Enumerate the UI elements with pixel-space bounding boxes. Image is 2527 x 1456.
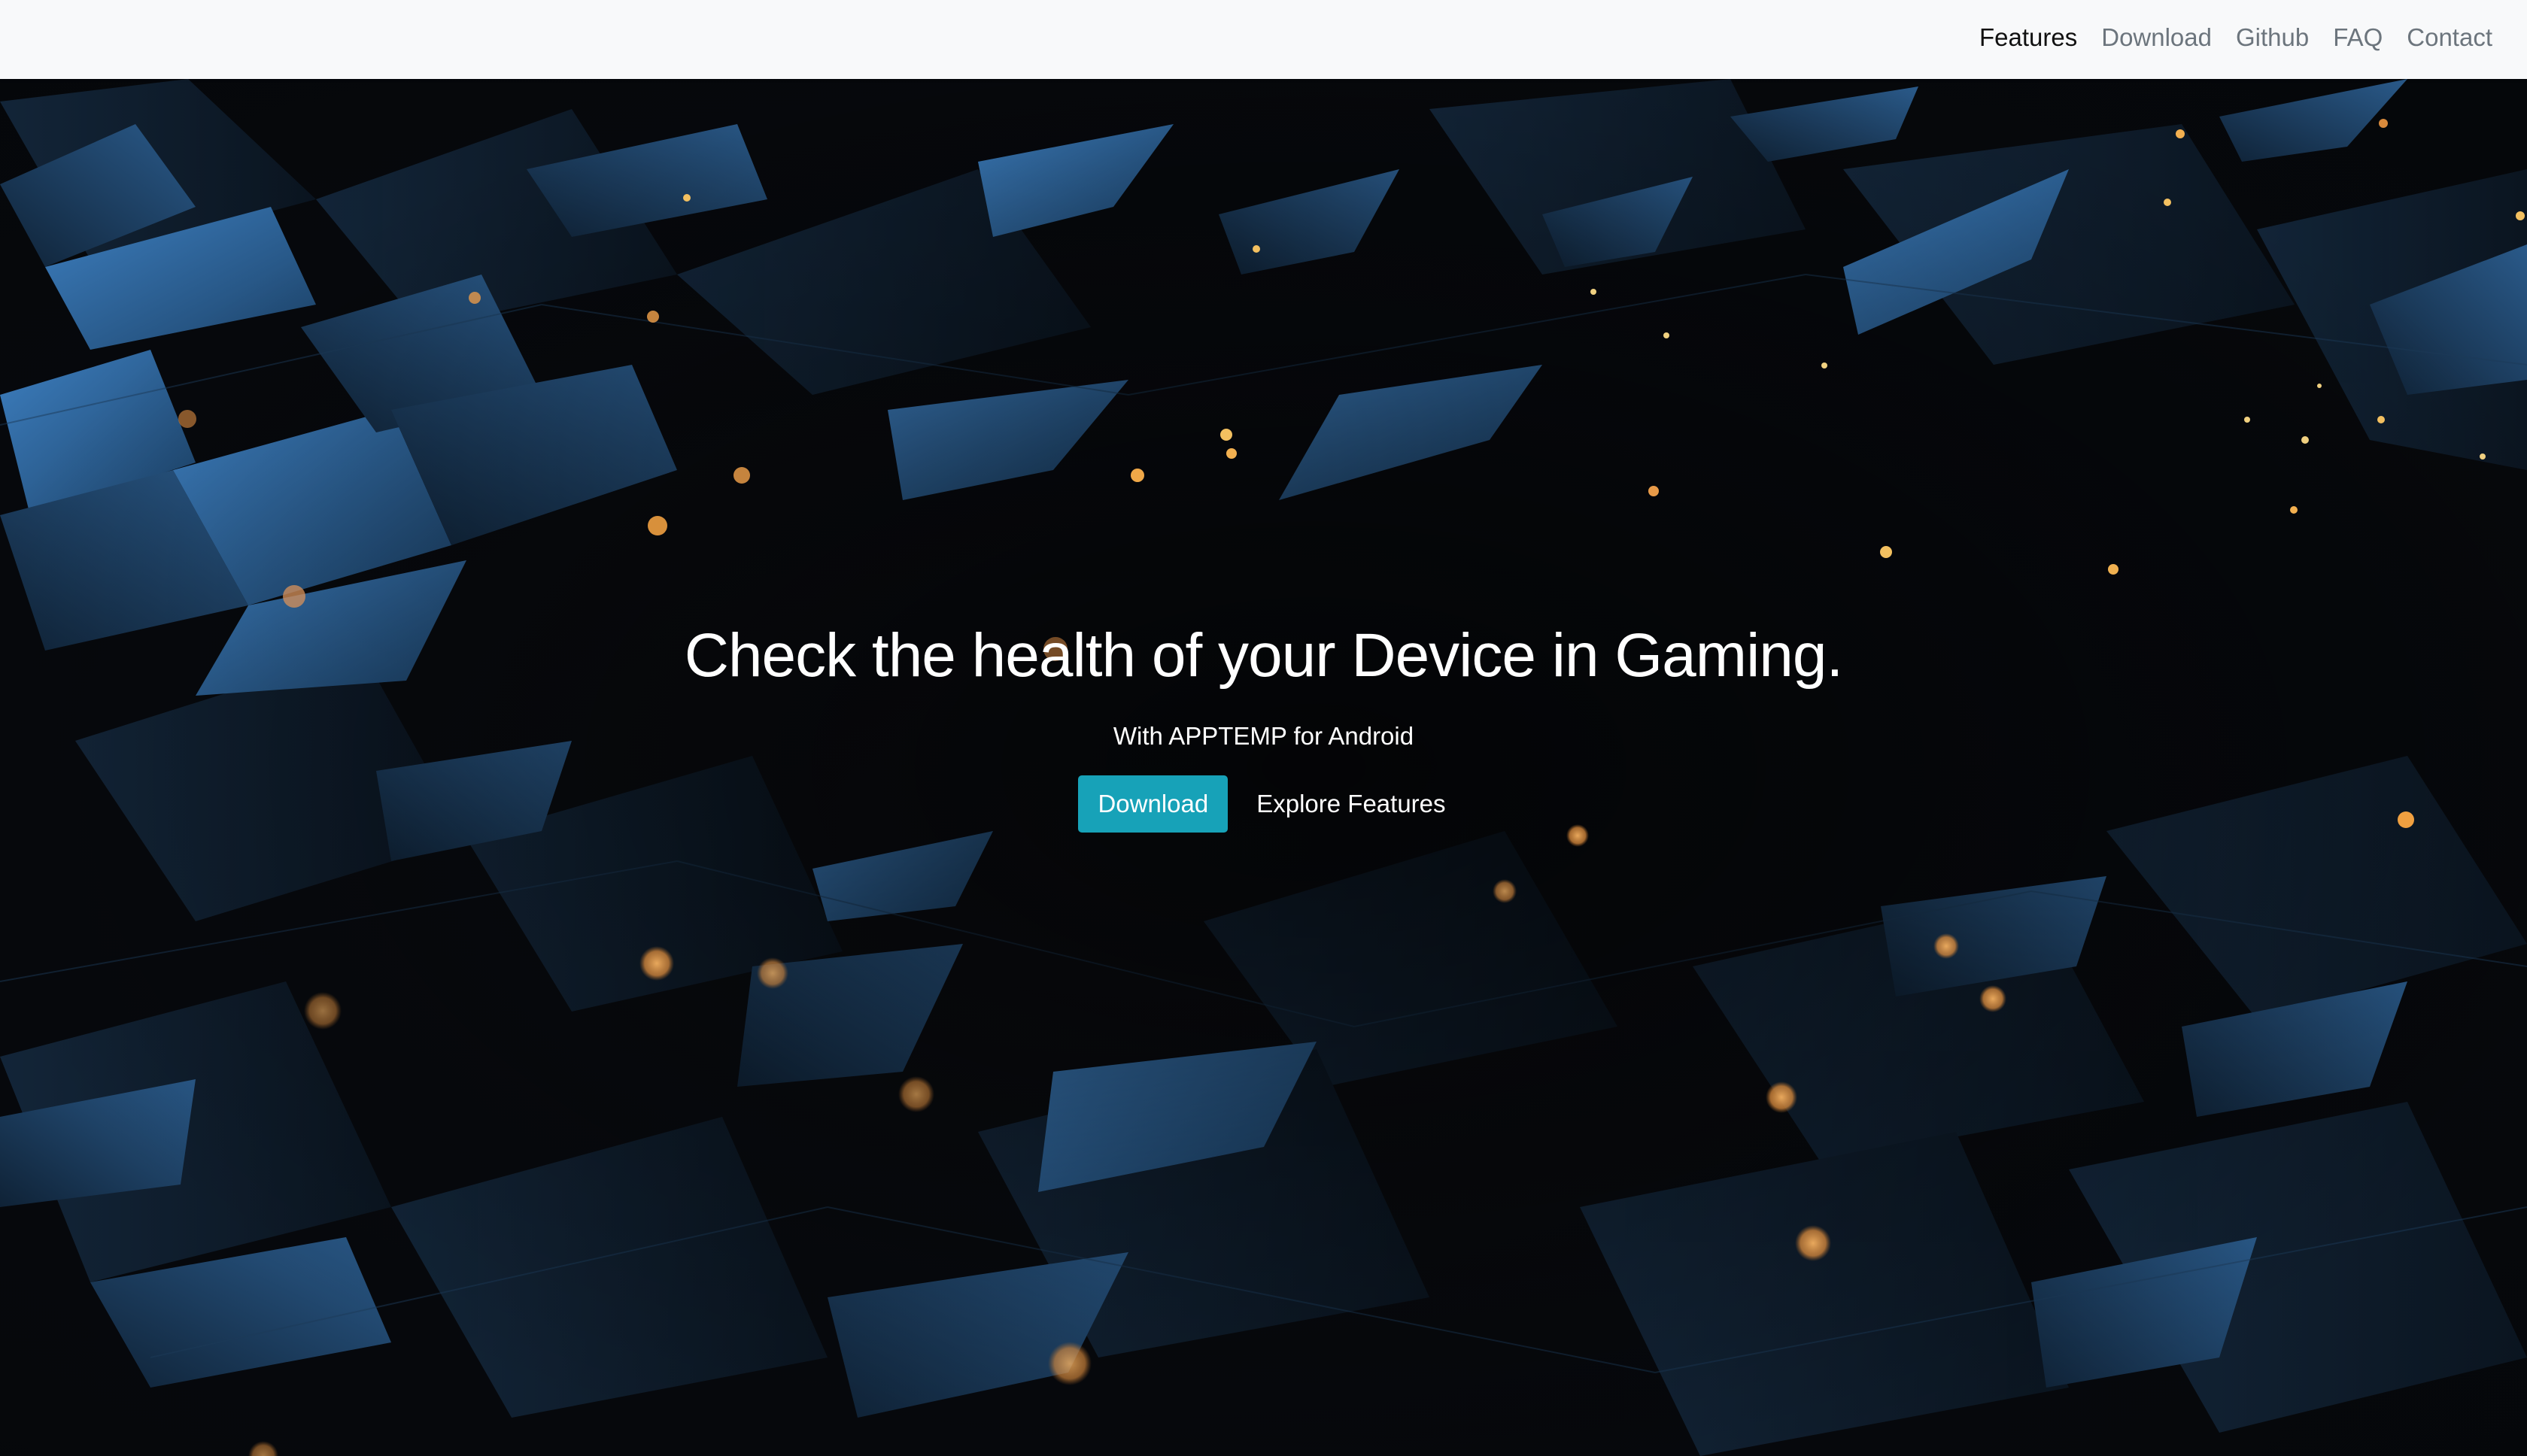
top-navbar: Features Download Github FAQ Contact xyxy=(0,0,2527,79)
nav-link-contact[interactable]: Contact xyxy=(2407,23,2492,52)
hero-title: Check the health of your Device in Gamin… xyxy=(684,621,1844,690)
nav-link-features[interactable]: Features xyxy=(1979,23,2077,52)
nav-link-faq[interactable]: FAQ xyxy=(2333,23,2383,52)
hero-background-image xyxy=(0,79,2527,1456)
hero-subtitle: With APPTEMP for Android xyxy=(1113,722,1414,750)
hero-actions: Download Explore Features xyxy=(0,775,2527,833)
nav-link-github[interactable]: Github xyxy=(2236,23,2309,52)
download-button[interactable]: Download xyxy=(1078,775,1229,833)
nav-links: Features Download Github FAQ Contact xyxy=(1979,0,2492,75)
hero-section: Check the health of your Device in Gamin… xyxy=(0,79,2527,1456)
nav-link-download[interactable]: Download xyxy=(2101,23,2212,52)
explore-features-link[interactable]: Explore Features xyxy=(1253,775,1448,833)
